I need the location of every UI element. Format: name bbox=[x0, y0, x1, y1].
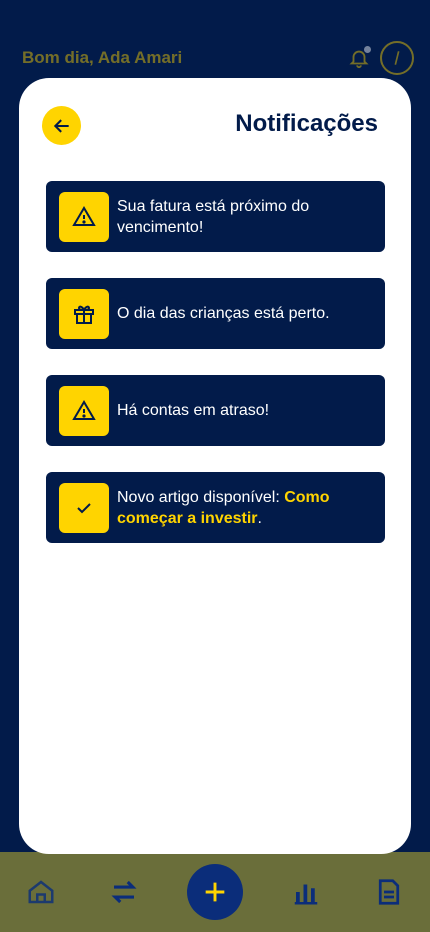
bell-icon[interactable] bbox=[348, 46, 371, 69]
back-button[interactable] bbox=[42, 106, 81, 145]
add-icon bbox=[205, 882, 225, 902]
notification-item[interactable]: Há contas em atraso! bbox=[46, 375, 385, 446]
notification-text: Sua fatura está próximo do vencimento! bbox=[117, 197, 310, 236]
notification-text: Novo artigo disponível: Como começar a i… bbox=[117, 487, 385, 529]
add-button[interactable] bbox=[186, 864, 243, 920]
arrow-left-icon bbox=[53, 118, 69, 133]
warning-icon bbox=[59, 385, 109, 436]
gift-icon bbox=[59, 288, 109, 339]
greeting-text: Bom dia, Ada Amari bbox=[22, 48, 183, 67]
notification-item[interactable]: Sua fatura está próximo do vencimento! bbox=[46, 181, 385, 252]
transfer-icon[interactable] bbox=[104, 872, 144, 912]
top-bar: Bom dia, Ada Amari bbox=[22, 40, 414, 76]
notification-list: Sua fatura está próximo do vencimento! O… bbox=[46, 181, 385, 569]
notification-text: Há contas em atraso! bbox=[117, 402, 270, 419]
warning-icon bbox=[59, 191, 109, 242]
home-icon[interactable] bbox=[21, 872, 61, 912]
notification-text: O dia das crianças está perto. bbox=[117, 305, 330, 322]
top-icons bbox=[348, 41, 414, 75]
document-icon[interactable] bbox=[369, 872, 409, 912]
notification-text-suffix: . bbox=[257, 509, 262, 527]
check-icon bbox=[59, 482, 109, 533]
user-icon[interactable] bbox=[380, 41, 414, 75]
notification-item[interactable]: O dia das crianças está perto. bbox=[46, 278, 385, 349]
page-title: Notificações bbox=[235, 110, 378, 137]
notification-dot bbox=[364, 46, 371, 53]
bottom-nav bbox=[0, 852, 430, 932]
notification-item[interactable]: Novo artigo disponível: Como começar a i… bbox=[46, 472, 385, 543]
notifications-modal: Notificações Sua fatura está próximo do … bbox=[19, 78, 411, 854]
chart-icon[interactable] bbox=[286, 872, 326, 912]
notification-text-prefix: Novo artigo disponível: bbox=[117, 488, 285, 506]
